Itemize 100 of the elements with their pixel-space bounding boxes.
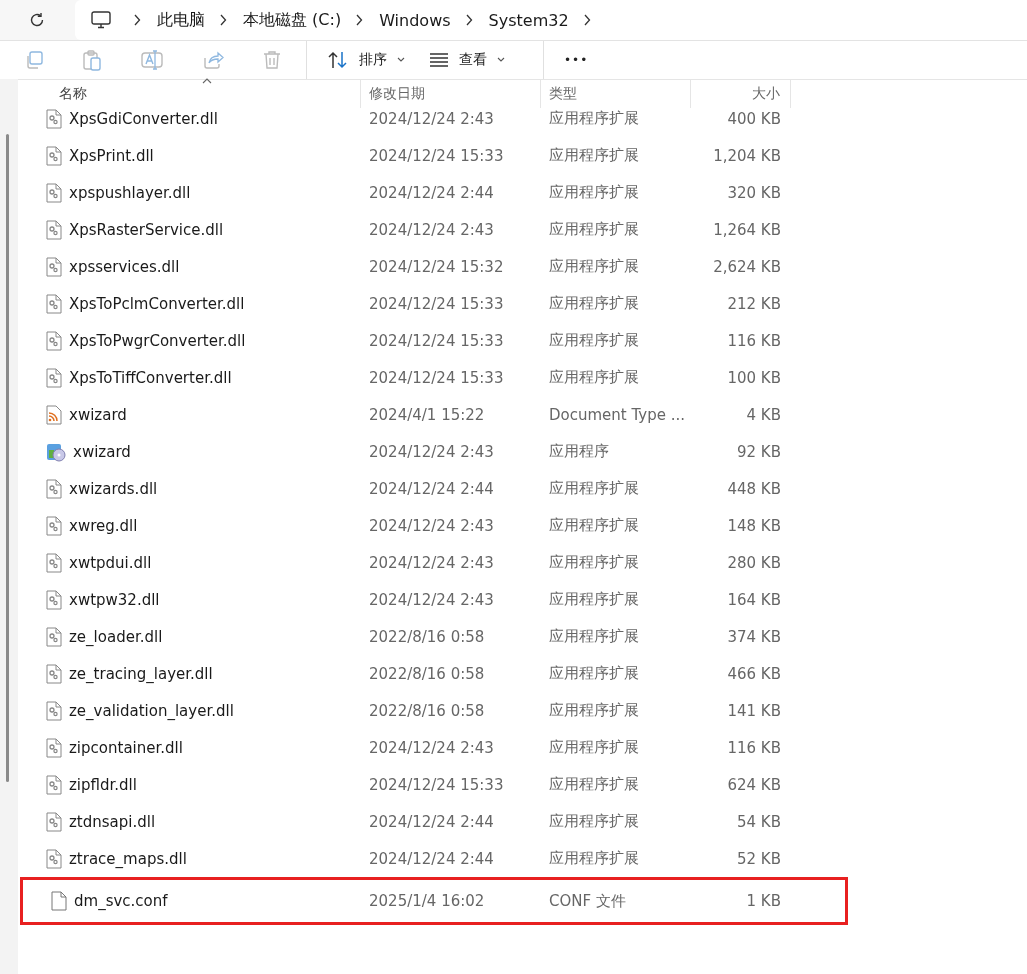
chevron-icon[interactable] xyxy=(582,14,591,26)
modified-date: 2022/8/16 0:58 xyxy=(369,627,485,646)
file-icon xyxy=(51,891,67,911)
modified-date: 2024/12/24 15:32 xyxy=(369,257,504,276)
file-name[interactable]: XpsToTiffConverter.dll xyxy=(69,368,232,387)
file-type: 应用程序扩展 xyxy=(549,701,639,720)
modified-date: 2024/12/24 2:43 xyxy=(369,738,494,757)
file-type: 应用程序扩展 xyxy=(549,257,639,276)
file-name[interactable]: xwreg.dll xyxy=(69,516,138,535)
settings-file-icon xyxy=(46,219,62,240)
settings-file-icon xyxy=(46,256,62,277)
file-name[interactable]: ze_tracing_layer.dll xyxy=(69,664,213,683)
file-size: 1,264 KB xyxy=(713,220,781,239)
file-name[interactable]: ze_loader.dll xyxy=(69,627,163,646)
file-name[interactable]: xwizard xyxy=(69,405,127,424)
settings-file-icon xyxy=(46,774,62,795)
file-size: 2,624 KB xyxy=(713,257,781,276)
file-size: 141 KB xyxy=(727,701,781,720)
settings-file-icon xyxy=(46,330,62,351)
settings-file-icon xyxy=(46,108,62,129)
column-header[interactable]: 大小 xyxy=(691,80,791,108)
sort-button[interactable]: 排序 xyxy=(319,44,413,76)
file-name[interactable]: zipfldr.dll xyxy=(69,775,137,794)
file-size: 374 KB xyxy=(727,627,781,646)
column-header[interactable]: 修改日期 xyxy=(361,80,541,108)
file-type: Document Type ... xyxy=(549,405,685,424)
breadcrumb-item[interactable]: 本地磁盘 (C:) xyxy=(243,9,342,31)
file-name[interactable]: XpsGdiConverter.dll xyxy=(69,109,218,128)
file-name[interactable]: ztrace_maps.dll xyxy=(69,849,187,868)
settings-file-icon xyxy=(46,293,62,314)
settings-file-icon xyxy=(46,478,62,499)
file-size: 400 KB xyxy=(727,109,781,128)
sort-caret-icon xyxy=(202,78,212,84)
settings-file-icon xyxy=(46,811,62,832)
file-name[interactable]: xwtpw32.dll xyxy=(69,590,160,609)
breadcrumb-item[interactable]: 此电脑 xyxy=(157,9,205,31)
settings-file-icon xyxy=(46,552,62,573)
file-type: 应用程序扩展 xyxy=(549,738,639,757)
file-size: 100 KB xyxy=(727,368,781,387)
file-type: 应用程序扩展 xyxy=(549,220,639,239)
column-header[interactable]: 名称 xyxy=(18,80,361,108)
sort-arrows-icon xyxy=(327,50,349,70)
file-type: 应用程序扩展 xyxy=(549,331,639,350)
lines-icon xyxy=(429,53,449,67)
modified-date: 2022/8/16 0:58 xyxy=(369,664,485,683)
file-size: 148 KB xyxy=(727,516,781,535)
modified-date: 2024/12/24 15:33 xyxy=(369,146,504,165)
chevron-icon[interactable] xyxy=(464,14,473,26)
breadcrumb-item[interactable]: Windows xyxy=(379,10,451,30)
scrollbar-thumb[interactable] xyxy=(6,134,9,782)
file-type: 应用程序扩展 xyxy=(549,664,639,683)
file-name[interactable]: xwizard xyxy=(73,442,131,461)
file-size: 92 KB xyxy=(737,442,781,461)
file-name[interactable]: XpsToPclmConverter.dll xyxy=(69,294,245,313)
file-name[interactable]: xwtpdui.dll xyxy=(69,553,152,572)
column-header[interactable]: 类型 xyxy=(541,80,691,108)
chevron-icon[interactable] xyxy=(219,14,227,26)
modified-date: 2022/8/16 0:58 xyxy=(369,701,485,720)
file-size: 164 KB xyxy=(727,590,781,609)
file-name[interactable]: XpsRasterService.dll xyxy=(69,220,224,239)
chevron-icon[interactable] xyxy=(355,14,364,26)
file-size: 54 KB xyxy=(737,812,781,831)
refresh-icon[interactable] xyxy=(28,11,46,29)
file-size: 212 KB xyxy=(727,294,781,313)
modified-date: 2025/1/4 16:02 xyxy=(369,892,485,910)
file-name[interactable]: xpspushlayer.dll xyxy=(69,183,191,202)
file-name[interactable]: ze_validation_layer.dll xyxy=(69,701,234,720)
chevron-icon[interactable] xyxy=(133,14,141,26)
view-button[interactable]: 查看 xyxy=(421,45,513,75)
settings-file-icon xyxy=(46,737,62,758)
file-name[interactable]: ztdnsapi.dll xyxy=(69,812,156,831)
file-size: 280 KB xyxy=(727,553,781,572)
file-size: 116 KB xyxy=(727,331,781,350)
file-name[interactable]: xwizards.dll xyxy=(69,479,158,498)
file-type: 应用程序扩展 xyxy=(549,553,639,572)
file-size: 448 KB xyxy=(727,479,781,498)
clipboard-icon[interactable] xyxy=(82,49,102,71)
modified-date: 2024/12/24 15:33 xyxy=(369,294,504,313)
file-size: 1,204 KB xyxy=(713,146,781,165)
file-name[interactable]: XpsToPwgrConverter.dll xyxy=(69,331,246,350)
file-size: 4 KB xyxy=(746,405,781,424)
file-name[interactable]: XpsPrint.dll xyxy=(69,146,154,165)
more-button[interactable]: ••• xyxy=(556,47,597,73)
file-type: 应用程序扩展 xyxy=(549,109,639,128)
caret-icon xyxy=(397,57,405,63)
breadcrumb-item[interactable]: System32 xyxy=(488,10,569,30)
file-name[interactable]: zipcontainer.dll xyxy=(69,738,183,757)
settings-file-icon xyxy=(46,700,62,721)
file-size: 624 KB xyxy=(727,775,781,794)
file-type: 应用程序扩展 xyxy=(549,627,639,646)
settings-file-icon xyxy=(46,589,62,610)
file-name[interactable]: xpsservices.dll xyxy=(69,257,180,276)
wizard-app-icon xyxy=(46,441,66,462)
settings-file-icon xyxy=(46,663,62,684)
file-size: 116 KB xyxy=(727,738,781,757)
file-type: 应用程序扩展 xyxy=(549,183,639,202)
file-name[interactable]: dm_svc.conf xyxy=(74,892,168,910)
modified-date: 2024/12/24 2:43 xyxy=(369,220,494,239)
address-field[interactable]: 此电脑 本地磁盘 (C:) Windows System32 xyxy=(75,0,1027,40)
file-type: 应用程序扩展 xyxy=(549,849,639,868)
